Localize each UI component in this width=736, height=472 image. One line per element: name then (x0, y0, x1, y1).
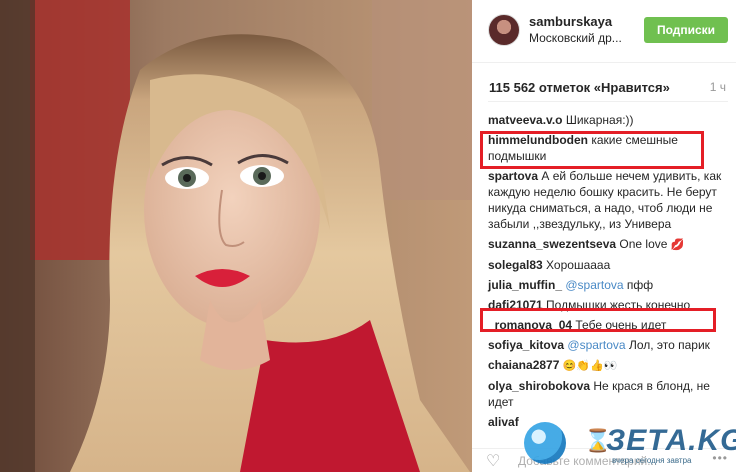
comment-username[interactable]: julia_muffin_ (488, 278, 562, 292)
highlight-box (480, 131, 704, 169)
comment-username[interactable]: olya_shirobokova (488, 379, 590, 393)
selfie-image (0, 0, 472, 472)
comment-text: Лол, это парик (628, 338, 710, 352)
comment-mention[interactable]: @spartova (567, 338, 625, 352)
kiss-emoji-icon: 💋 (670, 239, 685, 251)
heart-outline-icon[interactable]: ♡ (486, 451, 500, 471)
comment-item: chaiana2877 😊👏👍👀 (488, 357, 728, 374)
comment-username[interactable]: suzanna_swezentseva (488, 237, 616, 251)
author-username[interactable]: samburskaya (529, 14, 612, 29)
post-sidebar: samburskaya Московский др... Подписки 11… (472, 0, 736, 472)
likes-count[interactable]: 115 562 отметок «Нравится» (489, 80, 670, 95)
watermark: ⌛ ЗЕТА.KG вчера сегодня завтра (508, 420, 736, 472)
watermark-tagline: вчера сегодня завтра (612, 456, 692, 465)
emoji-reaction-icon: 😊👏👍👀 (562, 360, 618, 372)
comment-username[interactable]: matveeva.v.o (488, 113, 563, 127)
comment-item: sofiya_kitova @spartova Лол, это парик (488, 337, 728, 353)
comment-text: Шикарная:)) (565, 113, 634, 127)
comment-text: пфф (626, 278, 654, 292)
comment-item: matveeva.v.o Шикарная:)) (488, 112, 728, 128)
comment-item: julia_muffin_ @spartova пфф (488, 277, 728, 293)
post-photo[interactable] (0, 0, 472, 472)
follow-button[interactable]: Подписки (644, 17, 728, 43)
comment-text: Хорошаааа (546, 258, 611, 272)
comment-item: solegal83 Хорошаааа (488, 257, 728, 273)
divider (488, 101, 728, 102)
comment-item: olya_shirobokova Не крася в блонд, не ид… (488, 378, 728, 410)
highlight-box (480, 308, 716, 332)
watermark-brand: ЗЕТА.KG (606, 424, 736, 457)
post-header: samburskaya Московский др... Подписки (472, 0, 736, 63)
comment-item: suzanna_swezentseva One love 💋 (488, 236, 728, 253)
comment-username[interactable]: solegal83 (488, 258, 543, 272)
avatar[interactable] (488, 14, 520, 46)
globe-icon (524, 422, 566, 464)
comment-username[interactable]: chaiana2877 (488, 358, 559, 372)
comment-username[interactable]: sofiya_kitova (488, 338, 564, 352)
comment-username[interactable]: spartova (488, 169, 538, 183)
comment-text: One love (619, 237, 668, 251)
comment-mention[interactable]: @spartova (565, 278, 623, 292)
post-age: 1 ч (709, 80, 726, 94)
comment-item: spartova А ей больше нечем удивить, как … (488, 168, 728, 232)
post-location[interactable]: Московский др... (529, 31, 625, 45)
